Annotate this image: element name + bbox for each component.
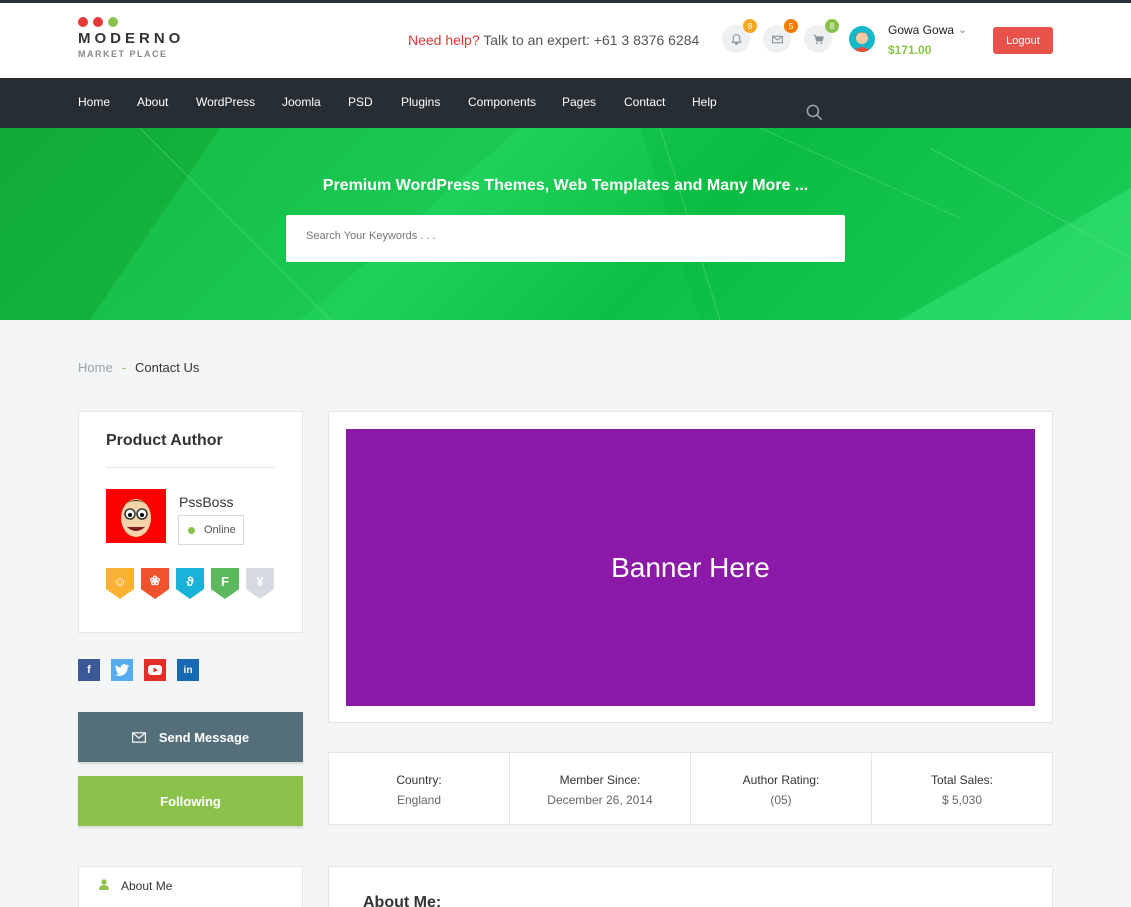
stat-value: December 26, 2014 (547, 793, 653, 807)
facebook-icon[interactable]: f (78, 659, 100, 681)
brand-logo[interactable]: MODERNO MARKET PLACE (78, 17, 184, 59)
product-author-card: Product Author PssBoss Online ☺ ❀ ϑ F ¥ (78, 411, 303, 633)
nav-item-components[interactable]: Components (468, 95, 536, 109)
leaf-icon: ❀ (141, 568, 169, 599)
top-header: MODERNO MARKET PLACE Need help? Talk to … (0, 3, 1131, 78)
yen-icon: ¥ (246, 568, 274, 599)
chevron-down-icon[interactable]: ⌄ (958, 23, 967, 36)
help-contact: Need help? Talk to an expert: +61 3 8376… (408, 32, 699, 48)
linkedin-icon[interactable]: in (177, 659, 199, 681)
author-name[interactable]: PssBoss (179, 494, 233, 510)
online-status-label: Online (204, 524, 236, 536)
nav-item-home[interactable]: Home (78, 95, 110, 109)
breadcrumb-separator: - (121, 360, 127, 375)
stat-value: (05) (770, 793, 792, 807)
youtube-icon[interactable] (144, 659, 166, 681)
cart-icon (813, 34, 824, 44)
divider (106, 467, 275, 468)
nav-item-contact[interactable]: Contact (624, 95, 665, 109)
brand-name: MODERNO (78, 30, 185, 47)
author-badges: ☺ ❀ ϑ F ¥ (106, 568, 274, 599)
stat-member-since: Member Since: December 26, 2014 (510, 753, 691, 824)
stat-author-rating: Author Rating: (05) (691, 753, 872, 824)
notifications-button[interactable]: 8 (722, 19, 757, 53)
user-face-icon (853, 32, 871, 52)
logo-dot (108, 17, 118, 27)
twitter-icon[interactable] (111, 659, 133, 681)
breadcrumb-current: Contact Us (135, 360, 200, 375)
nav-item-pages[interactable]: Pages (562, 95, 596, 109)
user-name[interactable]: Gowa Gowa (888, 23, 954, 37)
brand-tagline: MARKET PLACE (78, 49, 168, 59)
hero-title: Premium WordPress Themes, Web Templates … (322, 177, 809, 194)
search-box[interactable] (286, 215, 845, 262)
nav-item-wordpress[interactable]: WordPress (196, 95, 255, 109)
menu-item-about-me[interactable]: About Me (121, 879, 172, 893)
stat-country: Country: England (329, 753, 510, 824)
help-text: Talk to an expert: +61 3 8376 6284 (483, 32, 700, 48)
hero-banner: Premium WordPress Themes, Web Templates … (0, 128, 1131, 320)
bolt-icon: ϑ (176, 568, 204, 599)
breadcrumb: Home - Contact Us (78, 360, 199, 375)
user-icon (99, 879, 109, 890)
search-input[interactable] (306, 230, 786, 242)
about-me-heading: About Me: (363, 894, 442, 907)
logo-dot (93, 17, 103, 27)
stat-value: $ 5,030 (941, 793, 983, 807)
bell-icon (730, 33, 742, 45)
nav-item-about[interactable]: About (137, 95, 168, 109)
send-message-button[interactable]: Send Message (78, 712, 303, 762)
stat-label: Member Since: (559, 773, 641, 787)
stat-label: Author Rating: (742, 773, 820, 787)
user-avatar[interactable] (849, 26, 875, 52)
nav-item-joomla[interactable]: Joomla (282, 95, 321, 109)
cartoon-face-icon (120, 499, 152, 537)
logout-button[interactable]: Logout (993, 27, 1053, 54)
logo-dot (78, 17, 88, 27)
breadcrumb-home-link[interactable]: Home (78, 360, 113, 375)
search-icon[interactable] (805, 103, 824, 122)
foursquare-icon: F (211, 568, 239, 599)
notifications-count: 8 (743, 19, 757, 33)
stat-label: Country: (396, 773, 442, 787)
mail-icon (771, 35, 783, 43)
user-balance: $171.00 (888, 43, 932, 57)
messages-count: 5 (784, 19, 798, 33)
nav-item-help[interactable]: Help (692, 95, 717, 109)
logo-dots (78, 17, 184, 27)
smile-icon: ☺ (106, 568, 134, 599)
stat-label: Total Sales: (930, 773, 994, 787)
cart-count: 8 (825, 19, 839, 33)
main-nav: Home About WordPress Joomla PSD Plugins … (0, 78, 1131, 128)
envelope-icon (131, 731, 146, 743)
online-status: Online (178, 515, 244, 545)
messages-button[interactable]: 5 (763, 19, 798, 53)
nav-item-psd[interactable]: PSD (348, 95, 373, 109)
send-message-label: Send Message (158, 729, 250, 745)
stat-value: England (396, 793, 442, 807)
stat-total-sales: Total Sales: $ 5,030 (872, 753, 1052, 824)
banner-placeholder[interactable]: Banner Here (346, 429, 1035, 706)
product-author-title: Product Author (106, 432, 223, 449)
author-avatar[interactable] (106, 489, 166, 543)
nav-item-plugins[interactable]: Plugins (401, 95, 440, 109)
help-prefix: Need help? (408, 32, 480, 48)
social-links: f in (78, 659, 199, 681)
cart-button[interactable]: 8 (804, 19, 839, 53)
following-button[interactable]: Following (78, 776, 303, 826)
online-dot-icon (188, 526, 195, 534)
profile-menu (78, 866, 303, 907)
